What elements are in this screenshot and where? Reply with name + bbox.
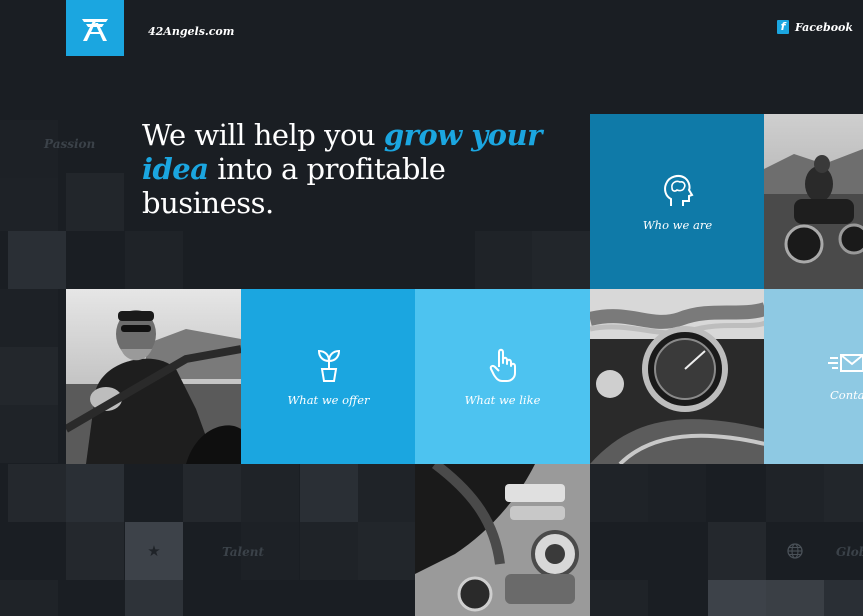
who-we-are-tile[interactable]: Who we are	[590, 114, 765, 289]
site-name[interactable]: 42Angels.com	[148, 25, 234, 38]
page: 42Angels.com f Facebook Passion We will …	[0, 0, 863, 616]
engine-photo	[415, 464, 590, 616]
mosaic-tile	[532, 231, 590, 289]
mosaic-tile	[125, 580, 183, 616]
what-we-like-label: What we like	[464, 392, 541, 407]
globe-tile	[766, 522, 824, 580]
globe-icon	[787, 543, 803, 559]
mosaic-tile	[358, 522, 416, 580]
mosaic-tile	[0, 347, 58, 405]
facebook-link[interactable]: f Facebook	[776, 20, 853, 34]
mosaic-tile	[824, 580, 863, 616]
hero-headline: We will help you grow your idea into a p…	[142, 118, 582, 220]
passion-label: Passion	[44, 137, 96, 151]
mosaic-tile	[0, 580, 58, 616]
envelope-icon	[828, 352, 863, 378]
mosaic-tile	[0, 173, 58, 231]
what-we-offer-label: What we offer	[287, 392, 370, 407]
speedometer-photo	[590, 289, 765, 464]
hero-text-pre: We will help you	[142, 118, 384, 152]
mosaic-tile	[183, 464, 241, 522]
mosaic-tile	[0, 405, 58, 463]
mosaic-tile	[648, 464, 706, 522]
rider-photo-top	[764, 114, 863, 289]
mosaic-tile	[66, 464, 124, 522]
mosaic-tile	[0, 289, 58, 347]
mosaic-tile	[590, 464, 648, 522]
pointing-hand-icon	[488, 347, 518, 383]
mosaic-tile	[358, 464, 416, 522]
mosaic-tile	[766, 580, 824, 616]
rider-photo-left	[66, 289, 241, 464]
facebook-icon: f	[776, 20, 789, 34]
mosaic-tile	[66, 173, 124, 231]
what-we-like-tile[interactable]: What we like	[415, 289, 590, 464]
mosaic-tile	[766, 464, 824, 522]
who-we-are-label: Who we are	[642, 217, 713, 232]
mosaic-tile	[125, 231, 183, 289]
contact-tile[interactable]: Contact	[764, 289, 863, 464]
mosaic-tile	[708, 522, 766, 580]
mosaic-tile	[824, 464, 863, 522]
mosaic-tile	[590, 580, 648, 616]
logo[interactable]	[66, 0, 124, 56]
star-tile: ★	[125, 522, 183, 580]
talent-label: Talent	[222, 545, 265, 559]
mosaic-tile	[475, 231, 533, 289]
mosaic-tile	[300, 464, 358, 522]
mosaic-tile	[66, 522, 124, 580]
mosaic-tile	[8, 464, 66, 522]
star-icon: ★	[147, 542, 161, 560]
angel-logo-icon	[82, 19, 108, 41]
facebook-label: Facebook	[794, 20, 853, 34]
mosaic-tile	[8, 231, 66, 289]
contact-label: Contact	[830, 387, 863, 402]
mosaic-tile	[300, 522, 358, 580]
what-we-offer-tile[interactable]: What we offer	[241, 289, 416, 464]
mosaic-tile	[708, 580, 766, 616]
mosaic-tile	[241, 464, 299, 522]
global-label: Glob	[836, 545, 863, 559]
sprout-icon	[313, 347, 345, 383]
head-brain-icon	[661, 172, 695, 208]
